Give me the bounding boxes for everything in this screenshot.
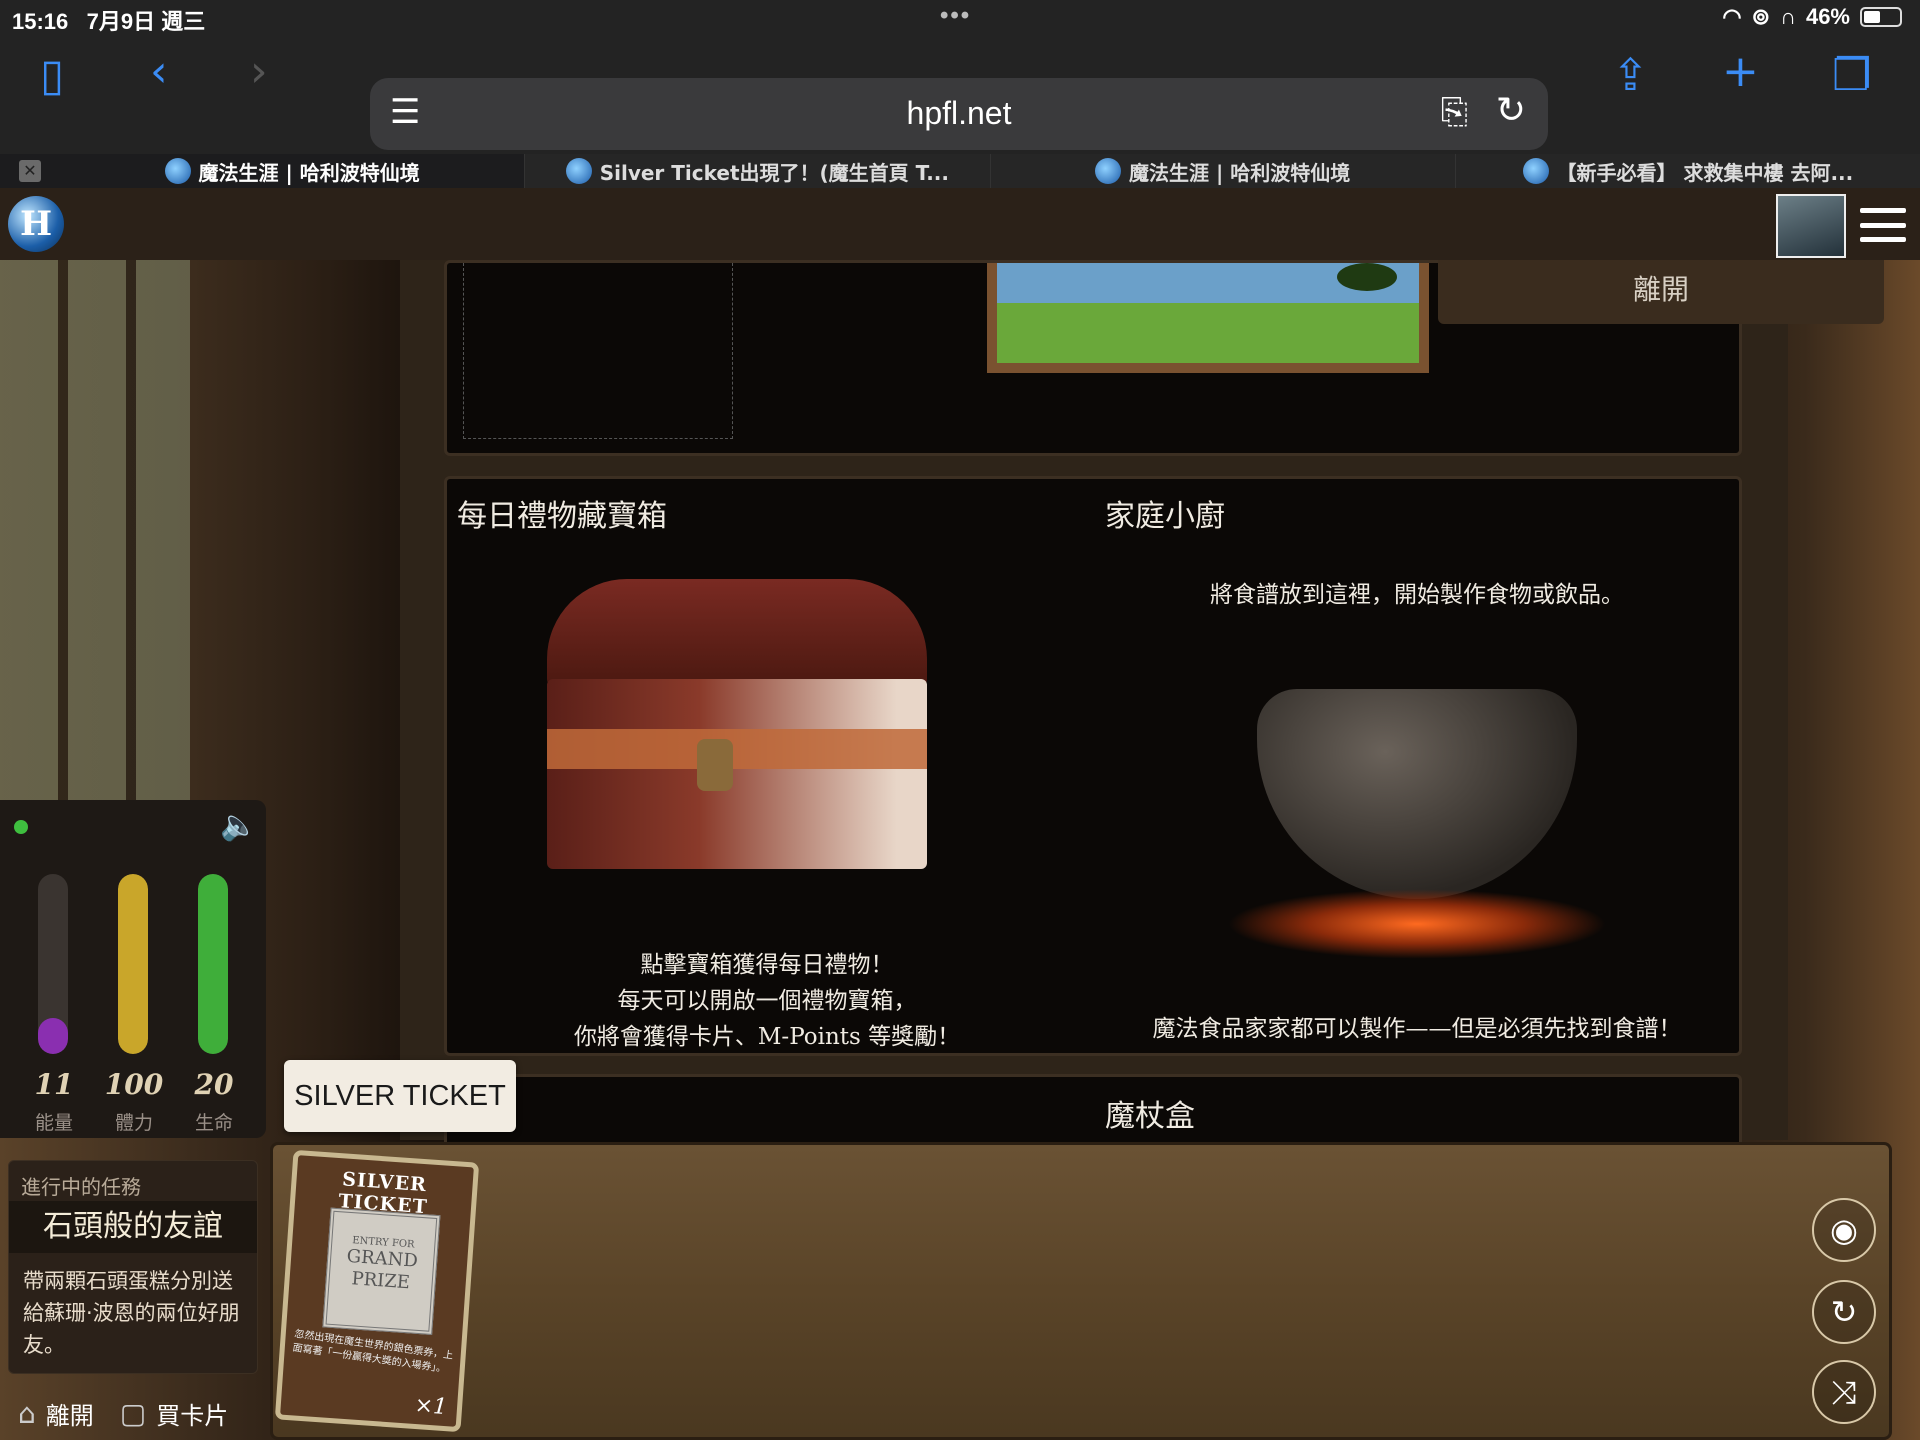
tab-4[interactable]: 【新手必看】 求救集中樓 去阿... xyxy=(1454,154,1920,188)
health-value: 20 xyxy=(194,1068,234,1101)
sidebar-toggle-icon[interactable]: ▯ xyxy=(40,54,64,98)
avatar[interactable] xyxy=(1776,194,1846,258)
chest-band xyxy=(547,729,927,769)
close-tab-button[interactable]: ✕ xyxy=(0,154,60,188)
favicon-icon xyxy=(164,158,191,184)
window-decoration xyxy=(0,260,190,800)
url-text[interactable]: hpfl.net xyxy=(370,95,1548,132)
card-stamp: ENTRY FOR GRAND PRIZE xyxy=(322,1207,441,1335)
eye-icon: ◉ xyxy=(1830,1211,1858,1249)
menu-icon[interactable] xyxy=(1860,208,1906,242)
new-tab-icon[interactable]: + xyxy=(1722,50,1759,94)
energy-bar xyxy=(38,874,68,1054)
favicon-icon xyxy=(1095,158,1121,184)
health-bar xyxy=(198,874,228,1054)
tab-3[interactable]: 魔法生涯 | 哈利波特仙境 xyxy=(989,154,1455,188)
card-count: ×1 xyxy=(413,1392,448,1421)
headphones-icon: ∩ xyxy=(1780,4,1796,29)
tree-image xyxy=(1337,263,1397,291)
wand-box-title: 魔杖盒 xyxy=(1105,1099,1195,1134)
back-icon[interactable]: ‹ xyxy=(150,50,168,94)
quest-panel[interactable]: 進行中的任務 石頭般的友誼 帶兩顆石頭蛋糕分別送給蘇珊·波恩的兩位好朋友。 xyxy=(8,1160,258,1374)
buy-cards-button[interactable]: ▢ 買卡片 xyxy=(120,1396,228,1431)
close-icon[interactable]: ✕ xyxy=(19,160,41,182)
favicon-icon xyxy=(1522,158,1549,184)
gifts-kitchen-section: 每日禮物藏寶箱 點擊寶箱獲得每日禮物！ 每天可以開啟一個禮物寶箱， 你將會獲得卡… xyxy=(444,476,1742,1056)
kitchen-instruction: 將食譜放到這裡，開始製作食物或飲品。 xyxy=(1210,582,1624,608)
chest-body xyxy=(547,679,927,869)
rotation-lock-icon: ⊚ xyxy=(1751,4,1771,29)
reload-icon[interactable]: ↻ xyxy=(1496,90,1526,131)
card-tooltip: SILVER TICKET xyxy=(284,1060,516,1132)
tab-bar: ✕ 魔法生涯 | 哈利波特仙境 Silver Ticket出現了！(魔生首頁 T… xyxy=(0,154,1920,188)
treasure-chest[interactable] xyxy=(547,579,927,879)
shuffle-button[interactable]: ⤨ xyxy=(1812,1360,1876,1424)
shuffle-icon: ⤨ xyxy=(1831,1373,1857,1411)
leave-button[interactable]: ⌂ 離開 xyxy=(18,1396,94,1431)
status-time: 15:16 7月9日 週三 xyxy=(12,9,206,34)
stats-panel: 🔈 11 100 20 能量 體力 生命 xyxy=(0,800,266,1138)
share-icon[interactable]: ⇪ xyxy=(1612,54,1649,98)
stamina-value: 100 xyxy=(104,1068,164,1101)
wifi-icon: ◠ xyxy=(1722,4,1742,29)
forward-icon[interactable]: › xyxy=(250,50,268,94)
card-description: 忽然出現在魔生世界的銀色票券，上面寫著「一份贏得大獎的入場券」。 xyxy=(291,1328,454,1376)
card-tray xyxy=(270,1142,1892,1440)
site-header: H xyxy=(0,188,1920,260)
energy-value: 11 xyxy=(34,1068,74,1101)
refresh-icon: ↻ xyxy=(1830,1293,1858,1331)
mute-icon[interactable]: 🔈 xyxy=(220,808,257,843)
tab-1[interactable]: 魔法生涯 | 哈利波特仙境 xyxy=(60,154,525,188)
quest-header: 進行中的任務 xyxy=(21,1175,141,1199)
cauldron-pot xyxy=(1257,689,1577,899)
chest-lid xyxy=(547,579,927,689)
cauldron[interactable] xyxy=(1227,689,1607,999)
chest-lock-icon xyxy=(697,739,733,791)
quest-description: 帶兩顆石頭蛋糕分別送給蘇珊·波恩的兩位好朋友。 xyxy=(23,1269,240,1357)
browser-toolbar: ▯ ‹ › ☰ hpfl.net ⎘ ↻ ⇪ + ❐ xyxy=(0,36,1920,154)
stamina-label: 體力 xyxy=(114,1112,153,1134)
favicon-icon xyxy=(565,158,592,184)
daily-chest-title: 每日禮物藏寶箱 xyxy=(457,499,667,534)
bottom-nav: ⌂ 離開 ▢ 買卡片 xyxy=(0,1386,276,1440)
multitask-dots-icon[interactable]: ••• xyxy=(940,2,971,30)
home-icon: ⌂ xyxy=(18,1396,36,1430)
view-button[interactable]: ◉ xyxy=(1812,1198,1876,1262)
status-bar: 15:16 7月9日 週三 ••• ◠ ⊚ ∩ 46% xyxy=(0,0,1920,36)
address-bar[interactable]: ☰ hpfl.net ⎘ ↻ xyxy=(370,78,1548,150)
site-logo[interactable]: H xyxy=(8,196,64,252)
quest-title: 石頭般的友誼 xyxy=(9,1201,257,1253)
energy-label: 能量 xyxy=(34,1112,73,1134)
stamina-bar xyxy=(118,874,148,1054)
kitchen-footer: 魔法食品家家都可以製作——但是必須先找到食譜！ xyxy=(1152,1016,1682,1042)
daily-chest-description: 點擊寶箱獲得每日禮物！ 每天可以開啟一個禮物寶箱， 你將會獲得卡片、M-Poin… xyxy=(573,952,961,1050)
tabs-icon[interactable]: ❐ xyxy=(1832,54,1871,98)
kitchen-title: 家庭小廚 xyxy=(1105,499,1225,534)
health-label: 生命 xyxy=(194,1112,233,1134)
exit-button[interactable]: 離開 xyxy=(1438,260,1884,324)
fire-image xyxy=(1227,889,1607,959)
extension-icon[interactable]: ⎘ xyxy=(1441,92,1468,132)
window-view-image xyxy=(987,263,1429,373)
shopping-bag-icon: ▢ xyxy=(119,1396,147,1430)
online-status-indicator xyxy=(14,820,28,834)
status-right: ◠ ⊚ ∩ 46% xyxy=(1722,4,1902,30)
battery-percent: 46% xyxy=(1805,4,1850,29)
tab-2[interactable]: Silver Ticket出現了！(魔生首頁 T... xyxy=(524,154,990,188)
battery-icon xyxy=(1860,7,1902,27)
silver-ticket-card[interactable]: SILVER TICKET ENTRY FOR GRAND PRIZE 忽然出現… xyxy=(274,1149,480,1433)
refresh-button[interactable]: ↻ xyxy=(1812,1280,1876,1344)
drop-zone[interactable] xyxy=(463,263,733,439)
